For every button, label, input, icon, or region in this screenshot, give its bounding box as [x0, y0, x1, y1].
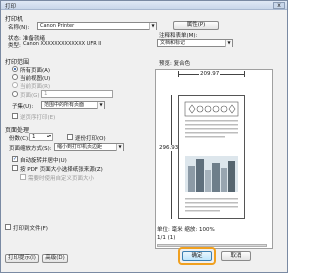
- chevron-down-icon: ▼: [97, 102, 104, 109]
- range-current-view-label: 当前视图(U): [20, 76, 51, 82]
- printer-type-value: Canon XXXXXXXXXXXXX UFR II: [23, 41, 102, 47]
- print-tips-button[interactable]: 打印提示(I): [5, 254, 39, 263]
- reverse-pages-checkbox[interactable]: [12, 113, 18, 119]
- preview-label: 预览: 复合色: [159, 61, 191, 67]
- page-preview: [178, 95, 245, 219]
- scaling-value: 缩小到打印机页边距: [57, 144, 103, 150]
- subset-value: 范围中的所有页面: [44, 102, 85, 108]
- range-all-radio[interactable]: [12, 66, 18, 72]
- range-current-page-radio[interactable]: [12, 82, 18, 88]
- range-all-label: 所有页面(A): [20, 68, 51, 74]
- custom-paper-checkbox[interactable]: [20, 174, 26, 180]
- close-icon[interactable]: x: [273, 2, 285, 9]
- pages-input[interactable]: 1: [41, 90, 113, 98]
- copies-label: 份数(C):: [9, 136, 30, 142]
- chevron-down-icon: ▼: [116, 144, 123, 151]
- comments-label: 注释和表单(M):: [159, 33, 198, 39]
- printer-type-label: 类型:: [8, 43, 21, 49]
- comments-value: 文档和标记: [160, 40, 186, 46]
- pages-input-value: 1: [44, 91, 48, 97]
- title-bar: 打印 x: [1, 1, 287, 10]
- pdf-paper-label: 按 PDF 页面大小选择纸张来源(Z): [20, 167, 103, 173]
- chevron-down-icon: ▼: [225, 40, 232, 47]
- printer-group-label: 打印机: [5, 16, 24, 23]
- advanced-button[interactable]: 高级(D): [42, 254, 68, 263]
- height-dimension-line: [171, 95, 172, 219]
- preview-units-zoom: 单位: 毫米 缩放: 100%: [157, 227, 215, 233]
- preview-width: 209.97: [199, 71, 221, 77]
- range-current-page-label: 当前页面(R): [20, 84, 51, 90]
- reverse-pages-label: 逆页序打印(E): [20, 115, 56, 121]
- window-title: 打印: [5, 4, 17, 10]
- subset-label: 子集(U):: [12, 104, 34, 110]
- scaling-label: 页面缩放方式(S):: [9, 146, 52, 152]
- handling-group-label: 页面处理: [5, 127, 30, 134]
- auto-rotate-checkbox[interactable]: ✓: [12, 156, 18, 162]
- stepper-icon[interactable]: ▴▾: [47, 133, 51, 138]
- ok-button[interactable]: 确定: [182, 251, 212, 261]
- print-to-file-checkbox[interactable]: [5, 224, 11, 230]
- collate-label: 逐份打印(O): [75, 136, 106, 142]
- properties-button[interactable]: 属性(P): [173, 21, 219, 30]
- preview-page-indicator: 1/1 (1): [157, 235, 176, 241]
- print-to-file-label: 打印到文件(F): [13, 226, 48, 232]
- preview-height: 296.93: [159, 145, 179, 151]
- subset-select[interactable]: 范围中的所有页面 ▼: [41, 101, 105, 109]
- width-dimension-tick: [178, 71, 179, 77]
- range-pages-label: 页面(G): [20, 93, 40, 99]
- chevron-down-icon: ▼: [149, 23, 156, 30]
- custom-paper-label: 需要时使用自定义页面大小: [28, 176, 95, 182]
- pdf-paper-checkbox[interactable]: [12, 165, 18, 171]
- range-group-label: 打印范围: [5, 59, 30, 66]
- range-current-view-radio[interactable]: [12, 74, 18, 80]
- width-dimension-tick: [244, 71, 245, 77]
- printer-name-label: 名称(N):: [8, 25, 30, 31]
- copies-value: 1: [32, 134, 36, 140]
- page-preview-graphic: [184, 101, 239, 212]
- printer-name-select[interactable]: Canon Printer ▼: [37, 22, 157, 30]
- range-pages-radio[interactable]: [12, 91, 18, 97]
- printer-name-value: Canon Printer: [40, 23, 75, 29]
- scaling-select[interactable]: 缩小到打印机页边距 ▼: [54, 143, 124, 151]
- collate-checkbox[interactable]: [67, 134, 73, 140]
- print-dialog: 打印 x 打印机 名称(N): Canon Printer ▼ 属性(P) 状态…: [0, 0, 288, 273]
- auto-rotate-label: 自动旋转并居中(U): [20, 158, 67, 164]
- comments-select[interactable]: 文档和标记 ▼: [157, 39, 233, 47]
- cancel-button[interactable]: 取消: [221, 251, 251, 261]
- copies-input[interactable]: 1 ▴▾: [29, 133, 53, 141]
